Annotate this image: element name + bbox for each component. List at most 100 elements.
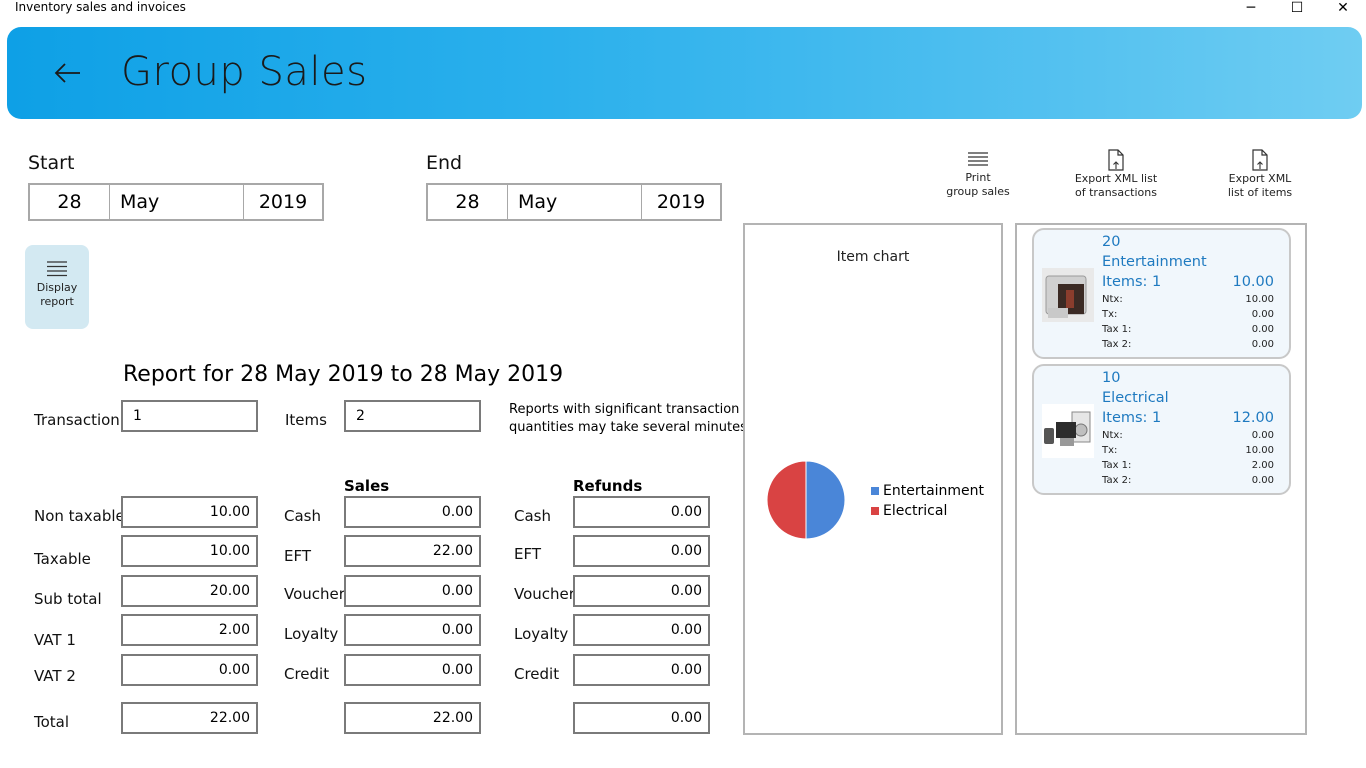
close-icon: ✕ [1337, 0, 1349, 16]
item-chart-panel: Item chart Entertainment Electrical [743, 223, 1003, 735]
group-card-electrical[interactable]: 10 Electrical Items: 1 12.00 Ntx: 0.00 T… [1032, 364, 1291, 495]
group-card-entertainment[interactable]: 20 Entertainment Items: 1 10.00 Ntx: 10.… [1032, 228, 1291, 359]
group-amount: 12.00 [1232, 410, 1274, 426]
note-line-1: Reports with significant transaction [509, 402, 740, 417]
items-count-field: 2 [344, 400, 481, 432]
summary-label: Total [34, 713, 70, 731]
list-icon [968, 152, 988, 166]
tx-value: 10.00 [1245, 445, 1274, 456]
export-items-button[interactable]: Export XML list of items [1220, 149, 1300, 200]
refunds-heading: Refunds [573, 477, 643, 495]
group-items-count: Items: 1 [1102, 274, 1162, 290]
print-group-sales-button[interactable]: Print group sales [940, 152, 1016, 199]
legend-label: Electrical [883, 503, 948, 519]
chart-title: Item chart [836, 249, 910, 265]
tx-label: Tx: [1102, 445, 1118, 456]
document-export-icon [1108, 149, 1124, 171]
print-label-2: group sales [946, 185, 1010, 198]
sales-row-label: Cash [284, 507, 321, 525]
ntx-label: Ntx: [1102, 294, 1123, 305]
electrical-appliances-icon [1042, 404, 1094, 458]
non-taxable-field: 10.00 [121, 496, 258, 528]
refunds-credit-field: 0.00 [573, 654, 710, 686]
maximize-button[interactable]: ☐ [1274, 0, 1320, 16]
sales-total-field: 22.00 [344, 702, 481, 734]
transaction-label: Transaction [34, 411, 120, 429]
refunds-row-label: EFT [514, 545, 542, 563]
close-button[interactable]: ✕ [1320, 0, 1366, 16]
start-month[interactable]: May [110, 185, 244, 219]
legend-item-electrical: Electrical [871, 503, 947, 519]
end-year[interactable]: 2019 [642, 185, 720, 219]
performance-note: Reports with significant transaction qua… [509, 401, 751, 437]
sales-row-label: Loyalty [284, 625, 339, 643]
end-date-picker[interactable]: 28 May 2019 [426, 183, 722, 221]
back-button[interactable] [47, 53, 87, 93]
print-label-1: Print [965, 171, 991, 184]
subtotal-field: 20.00 [121, 575, 258, 607]
group-code: 10 [1102, 370, 1121, 386]
sales-eft-field: 22.00 [344, 535, 481, 567]
sales-row-label: EFT [284, 547, 312, 565]
refunds-row-label: Credit [514, 665, 560, 683]
sales-row-label: Voucher [284, 585, 345, 603]
minimize-button[interactable]: ─ [1228, 0, 1274, 16]
refunds-total-field: 0.00 [573, 702, 710, 734]
tax2-label: Tax 2: [1102, 339, 1132, 350]
summary-label: VAT 1 [34, 631, 76, 649]
group-name: Entertainment [1102, 254, 1207, 270]
end-label: End [426, 152, 463, 174]
sales-row-label: Credit [284, 665, 330, 683]
group-name: Electrical [1102, 390, 1169, 406]
page-title: Group Sales [121, 49, 368, 95]
pie-slice-entertainment [805, 460, 846, 540]
back-arrow-icon [54, 63, 80, 83]
total-field: 22.00 [121, 702, 258, 734]
export-items-label-2: list of items [1227, 186, 1293, 199]
minimize-icon: ─ [1246, 0, 1256, 16]
export-transactions-button[interactable]: Export XML list of transactions [1066, 149, 1166, 200]
tx-value: 0.00 [1251, 309, 1274, 320]
tax2-value: 0.00 [1251, 475, 1274, 486]
document-export-icon [1252, 149, 1268, 171]
title-bar: Inventory sales and invoices ─ ☐ ✕ [0, 0, 1366, 26]
sales-voucher-field: 0.00 [344, 575, 481, 607]
refunds-row-label: Loyalty [514, 625, 569, 643]
start-year[interactable]: 2019 [244, 185, 322, 219]
group-code: 20 [1102, 234, 1121, 250]
display-report-button[interactable]: Display report [25, 245, 89, 329]
start-day[interactable]: 28 [30, 185, 110, 219]
entertainment-product-icon [1042, 268, 1094, 322]
display-report-label-1: Display [36, 281, 78, 294]
ntx-value: 10.00 [1245, 294, 1274, 305]
summary-label: VAT 2 [34, 667, 76, 685]
sales-cash-field: 0.00 [344, 496, 481, 528]
transaction-count-field: 1 [121, 400, 258, 432]
legend-swatch [871, 507, 879, 515]
legend-label: Entertainment [883, 483, 985, 499]
report-title: Report for 28 May 2019 to 28 May 2019 [123, 362, 564, 387]
tax1-value: 0.00 [1251, 324, 1274, 335]
refunds-cash-field: 0.00 [573, 496, 710, 528]
export-transactions-label-1: Export XML list [1074, 172, 1158, 185]
tax1-label: Tax 1: [1102, 460, 1132, 471]
summary-label: Taxable [34, 550, 91, 568]
display-report-label-2: report [40, 295, 74, 308]
legend-item-entertainment: Entertainment [871, 483, 984, 499]
sales-heading: Sales [344, 477, 390, 495]
tax2-value: 0.00 [1251, 339, 1274, 350]
refunds-loyalty-field: 0.00 [573, 614, 710, 646]
ntx-label: Ntx: [1102, 430, 1123, 441]
vat1-field: 2.00 [121, 614, 258, 646]
export-transactions-label-2: of transactions [1075, 186, 1157, 199]
tx-label: Tx: [1102, 309, 1118, 320]
sales-credit-field: 0.00 [344, 654, 481, 686]
taxable-field: 10.00 [121, 535, 258, 567]
end-day[interactable]: 28 [428, 185, 508, 219]
end-month[interactable]: May [508, 185, 642, 219]
items-label: Items [285, 411, 327, 429]
start-date-picker[interactable]: 28 May 2019 [28, 183, 324, 221]
export-items-label-1: Export XML [1228, 172, 1292, 185]
refunds-row-label: Voucher [514, 585, 575, 603]
list-icon [47, 261, 67, 277]
